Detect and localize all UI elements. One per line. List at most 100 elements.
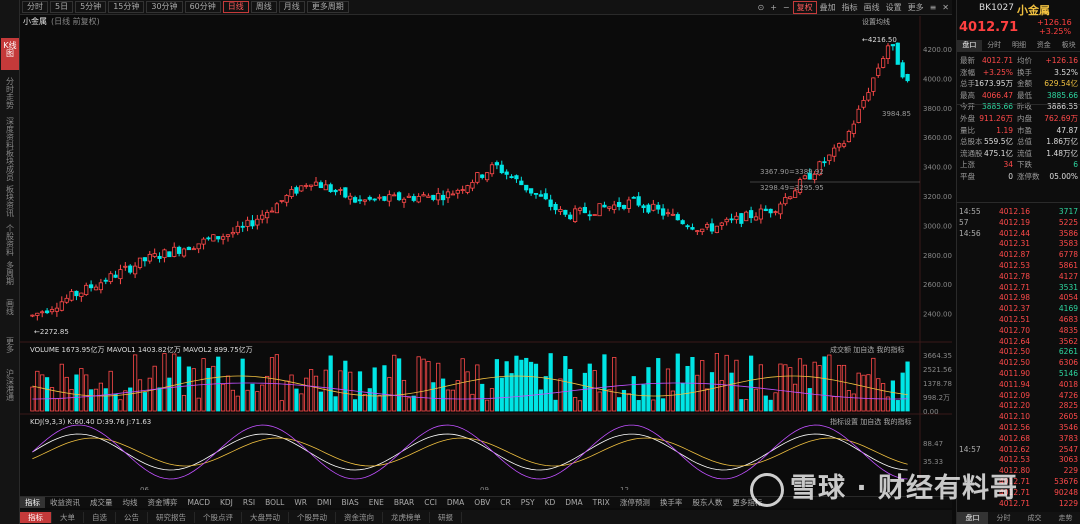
volume-bar — [592, 370, 597, 412]
footer-tab-10[interactable]: 研报 — [430, 511, 462, 523]
sidebar-item-9[interactable]: 沪深港通 — [3, 370, 17, 402]
app: K线图 分时走势 深度资料 板块成员 板块资讯 个股资料 多周期 画线 更多 沪深港通 分时 5日 5… — [0, 0, 1080, 524]
period-6[interactable]: 日线 — [222, 1, 249, 13]
sidebar-item-3[interactable]: 板块成员 — [3, 150, 17, 182]
zoom-out-icon[interactable]: − — [780, 3, 793, 12]
tick-price: 4012.53 — [999, 261, 1031, 270]
candle-body — [191, 248, 196, 251]
indicator-tab-5[interactable]: MACD — [183, 498, 215, 507]
period-3[interactable]: 15分钟 — [108, 1, 145, 13]
indicator-tab-19[interactable]: KD — [540, 498, 561, 507]
candle-body — [695, 230, 700, 233]
volume-bar — [284, 380, 289, 412]
close-icon[interactable]: ✕ — [939, 3, 952, 12]
period-list: 分时 5日 5分钟 15分钟 30分钟 60分钟 日线 周线 月线 更多周期 — [20, 1, 349, 13]
indicator-tab-2[interactable]: 成交量 — [85, 497, 118, 508]
indicator-tab-22[interactable]: 涨停预测 — [615, 497, 655, 508]
quote-row: 最高 4066.47 最低 3885.66 — [957, 91, 1080, 101]
period-1[interactable]: 5日 — [50, 1, 74, 13]
sidebar-item-8[interactable]: 更多 — [3, 338, 17, 368]
indicator-tab-13[interactable]: BRAR — [389, 498, 419, 507]
footer-tab-2[interactable]: 自选 — [84, 511, 116, 523]
indicator-tab-20[interactable]: DMA — [560, 498, 587, 507]
indicator-tab-7[interactable]: RSI — [238, 498, 260, 507]
tool-3[interactable]: 画线 — [861, 2, 883, 13]
candle-body — [734, 215, 739, 220]
low-annotation: ←2272.85 — [34, 328, 69, 336]
quote-tab-0[interactable]: 盘口 — [957, 40, 982, 51]
indicator-tab-4[interactable]: 资金博弈 — [143, 497, 183, 508]
quote-tab-4[interactable]: 板块 — [1056, 40, 1080, 51]
quote-tab-3[interactable]: 资金 — [1031, 40, 1056, 51]
period-5[interactable]: 60分钟 — [184, 1, 221, 13]
indicator-tab-15[interactable]: DMA — [442, 498, 469, 507]
indicator-tab-10[interactable]: DMI — [312, 498, 336, 507]
sidebar-item-4[interactable]: 板块资讯 — [3, 186, 17, 218]
tool-5[interactable]: 更多 — [905, 2, 927, 13]
period-2[interactable]: 5分钟 — [75, 1, 107, 13]
candle-body — [489, 164, 495, 175]
indicator-tab-8[interactable]: BOLL — [260, 498, 289, 507]
candle-body — [866, 92, 871, 101]
quote-label: 上涨 — [960, 160, 975, 170]
quote-footer-tab-3[interactable]: 走势 — [1050, 512, 1080, 524]
volume-bar — [802, 364, 808, 412]
volume-bar — [724, 354, 729, 412]
indicator-tab-12[interactable]: ENE — [364, 498, 389, 507]
tick-row: 4012.53 3063 — [957, 455, 1080, 465]
footer-tab-9[interactable]: 龙虎榜单 — [383, 511, 430, 523]
footer-tab-8[interactable]: 资金流向 — [336, 511, 383, 523]
indicator-tab-11[interactable]: BIAS — [336, 498, 363, 507]
indicator-tab-23[interactable]: 换手率 — [655, 497, 688, 508]
indicator-tab-1[interactable]: 收益资讯 — [45, 497, 85, 508]
candle-body — [431, 194, 436, 200]
sidebar-item-1[interactable]: 分时走势 — [3, 78, 17, 110]
quote-footer-tab-2[interactable]: 成交 — [1019, 512, 1050, 524]
tool-1[interactable]: 叠加 — [817, 2, 839, 13]
zoom-icon[interactable]: ⊙ — [754, 3, 767, 12]
footer-tab-6[interactable]: 大盘异动 — [242, 511, 289, 523]
indicator-tab-18[interactable]: PSY — [516, 498, 540, 507]
tool-4[interactable]: 设置 — [883, 2, 905, 13]
menu-icon[interactable]: ≡ — [927, 3, 940, 12]
footer-tab-3[interactable]: 公告 — [116, 511, 148, 523]
volume-bar — [661, 398, 666, 412]
indicator-tab-9[interactable]: WR — [289, 498, 312, 507]
tool-2[interactable]: 指标 — [839, 2, 861, 13]
indicator-tab-16[interactable]: OBV — [469, 498, 495, 507]
indicator-tab-3[interactable]: 均线 — [118, 497, 143, 508]
volume-bar — [255, 391, 260, 412]
period-9[interactable]: 更多周期 — [306, 1, 349, 13]
tick-volume: 4726 — [1058, 390, 1078, 400]
footer-tab-4[interactable]: 研究报告 — [148, 511, 195, 523]
sidebar-item-6[interactable]: 多周期 — [3, 262, 17, 292]
zoom-in-icon[interactable]: + — [767, 3, 780, 12]
sidebar-item-2[interactable]: 深度资料 — [3, 118, 17, 150]
footer-tab-0[interactable]: 指标 — [20, 511, 52, 523]
candle-body — [714, 225, 720, 233]
sidebar-item-7[interactable]: 画线 — [3, 300, 17, 330]
quote-footer-tab-1[interactable]: 分时 — [988, 512, 1019, 524]
period-7[interactable]: 周线 — [250, 1, 277, 13]
sidebar-item-0[interactable]: K线图 — [1, 38, 19, 70]
indicator-tab-24[interactable]: 股东人数 — [687, 497, 727, 508]
indicator-tab-17[interactable]: CR — [495, 498, 515, 507]
footer-tab-5[interactable]: 个股点评 — [195, 511, 242, 523]
quote-footer-tab-0[interactable]: 盘口 — [957, 512, 988, 524]
indicator-tab-21[interactable]: TRIX — [588, 498, 615, 507]
quote-tab-2[interactable]: 明细 — [1007, 40, 1032, 51]
indicator-tab-14[interactable]: CCI — [419, 498, 442, 507]
quote-tab-1[interactable]: 分时 — [982, 40, 1007, 51]
tick-volume: 3586 — [1058, 228, 1078, 238]
indicator-tab-0[interactable]: 指标 — [20, 497, 45, 508]
tool-0[interactable]: 复权 — [792, 0, 817, 14]
kline-chart[interactable]: 4200.00 4000.00 3800.00 3600.00 3400.00 3200.… — [20, 16, 952, 490]
period-0[interactable]: 分时 — [22, 1, 48, 13]
volume-bar — [475, 364, 480, 412]
period-4[interactable]: 30分钟 — [146, 1, 183, 13]
period-8[interactable]: 月线 — [278, 1, 305, 13]
footer-tab-1[interactable]: 大单 — [52, 511, 84, 523]
footer-tab-7[interactable]: 个股异动 — [289, 511, 336, 523]
indicator-tab-6[interactable]: KDJ — [215, 498, 238, 507]
sidebar-item-5[interactable]: 个股资料 — [3, 225, 17, 257]
